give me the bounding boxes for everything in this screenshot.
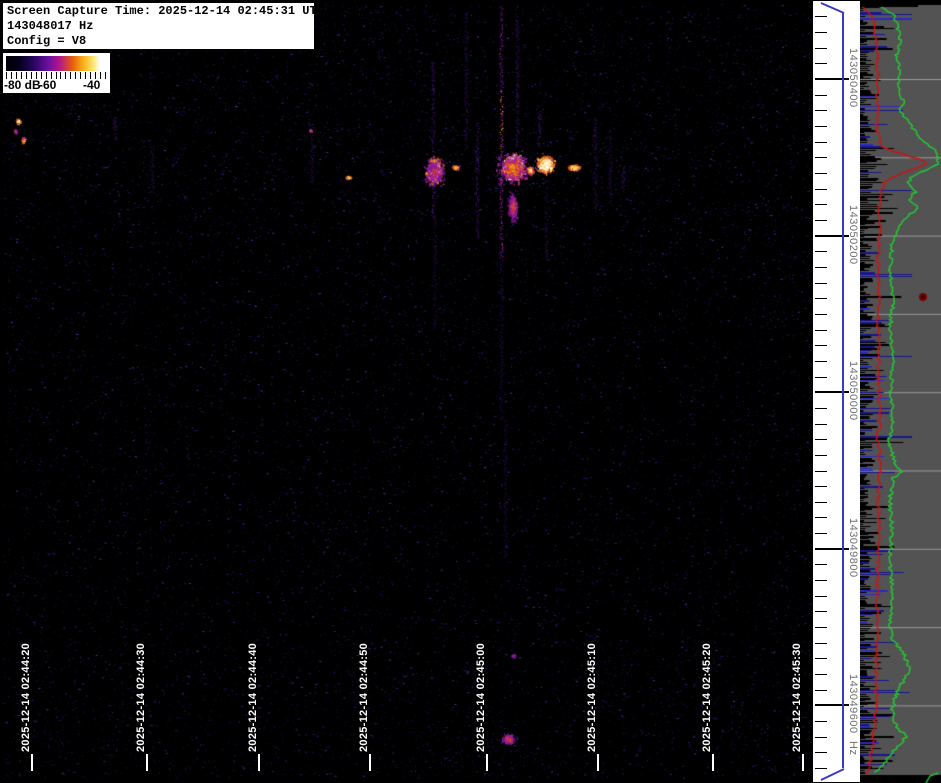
db-scale-label: -40 xyxy=(83,78,101,92)
freq-minor-tick xyxy=(815,768,827,770)
frequency-tick-label: 143050000 xyxy=(847,361,859,421)
freq-minor-tick xyxy=(815,141,827,143)
freq-major-tick xyxy=(815,78,849,80)
color-scale-tick xyxy=(60,72,62,79)
freq-minor-tick xyxy=(815,658,827,660)
waterfall-spectrogram xyxy=(0,0,813,783)
freq-minor-tick xyxy=(815,298,827,300)
freq-minor-tick xyxy=(815,689,827,691)
freq-minor-tick xyxy=(815,16,827,18)
freq-minor-tick xyxy=(815,642,827,644)
freq-minor-tick xyxy=(815,360,827,362)
spectrum-lab-capture: Screen Capture Time: 2025-12-14 02:45:31… xyxy=(0,0,941,783)
time-tick-mark xyxy=(258,754,260,771)
time-tick-mark xyxy=(31,754,33,771)
freq-minor-tick xyxy=(815,329,827,331)
freq-minor-tick xyxy=(815,439,827,441)
live-spectrum-panel xyxy=(860,0,941,783)
freq-minor-tick xyxy=(815,611,827,613)
time-tick-label: 2025-12-14 02:44:50 xyxy=(358,642,370,752)
freq-minor-tick xyxy=(815,94,827,96)
freq-major-tick xyxy=(815,704,849,707)
freq-minor-tick xyxy=(815,63,827,65)
freq-minor-tick xyxy=(815,110,827,112)
freq-minor-tick xyxy=(815,454,827,456)
time-tick-mark xyxy=(369,754,371,771)
freq-minor-tick xyxy=(815,407,827,409)
color-scale-tick xyxy=(70,72,72,79)
config-text: Config = V8 xyxy=(7,34,87,48)
db-scale-label: -60 xyxy=(39,78,57,92)
freq-major-tick xyxy=(815,391,849,394)
freq-minor-tick xyxy=(815,345,827,347)
time-tick-label: 2025-12-14 02:44:40 xyxy=(247,642,259,752)
time-tick-label: 2025-12-14 02:45:10 xyxy=(586,642,598,752)
frequency-unit-label: Hz xyxy=(847,741,859,756)
color-scale-tick xyxy=(105,72,106,79)
time-tick-label: 2025-12-14 02:44:20 xyxy=(20,642,32,752)
freq-minor-tick xyxy=(815,423,827,425)
color-scale-legend: -80 dB -60 -40 xyxy=(3,53,110,93)
time-tick-mark xyxy=(712,754,714,771)
freq-minor-tick xyxy=(815,627,827,629)
time-tick-mark xyxy=(146,754,148,771)
freq-minor-tick xyxy=(815,125,827,127)
freq-minor-tick xyxy=(815,219,827,221)
freq-minor-tick xyxy=(815,580,827,582)
time-tick-mark xyxy=(597,754,599,771)
freq-minor-tick xyxy=(815,32,827,34)
freq-minor-tick xyxy=(815,376,827,378)
color-scale-tick xyxy=(75,72,77,79)
freq-minor-tick xyxy=(815,266,827,268)
freq-minor-tick xyxy=(815,204,827,206)
freq-minor-tick xyxy=(815,533,827,535)
freq-minor-tick xyxy=(815,486,827,488)
frequency-tick-label: 143049800 xyxy=(847,517,859,578)
color-scale-tick xyxy=(80,72,82,79)
freq-minor-tick xyxy=(815,564,827,566)
freq-minor-tick xyxy=(815,752,827,754)
freq-minor-tick xyxy=(815,736,827,738)
freq-minor-tick xyxy=(815,595,827,597)
frequency-tick-label: 143050400 xyxy=(847,48,859,108)
frequency-tick-label: 143050200 xyxy=(847,204,859,265)
time-tick-mark xyxy=(486,754,488,771)
freq-minor-tick xyxy=(815,188,827,190)
freq-minor-tick xyxy=(815,251,827,253)
freq-minor-tick xyxy=(815,282,827,284)
frequency-tick-label: 143049600 xyxy=(847,674,859,734)
freq-minor-tick xyxy=(815,470,827,472)
freq-major-tick xyxy=(815,234,849,237)
freq-minor-tick xyxy=(815,501,827,503)
time-tick-mark xyxy=(802,754,804,771)
time-tick-label: 2025-12-14 02:45:20 xyxy=(701,642,713,752)
capture-time-text: Screen Capture Time: 2025-12-14 02:45:31… xyxy=(7,4,324,18)
freq-minor-tick xyxy=(815,47,827,49)
color-gradient-bar xyxy=(6,56,106,71)
freq-minor-tick xyxy=(815,172,827,174)
freq-major-tick xyxy=(815,547,849,550)
capture-info-box: Screen Capture Time: 2025-12-14 02:45:31… xyxy=(3,3,324,49)
center-frequency-text: 143048017 Hz xyxy=(7,19,94,33)
color-scale-tick xyxy=(65,72,67,79)
time-tick-label: 2025-12-14 02:45:00 xyxy=(475,642,487,752)
freq-minor-tick xyxy=(815,157,827,159)
db-scale-label: -80 dB xyxy=(4,78,41,92)
freq-minor-tick xyxy=(815,674,827,676)
freq-minor-tick xyxy=(815,721,827,723)
freq-minor-tick xyxy=(815,517,827,519)
time-tick-label: 2025-12-14 02:44:30 xyxy=(135,642,147,752)
time-tick-label: 2025-12-14 02:45:30 xyxy=(791,642,803,752)
freq-minor-tick xyxy=(815,313,827,315)
